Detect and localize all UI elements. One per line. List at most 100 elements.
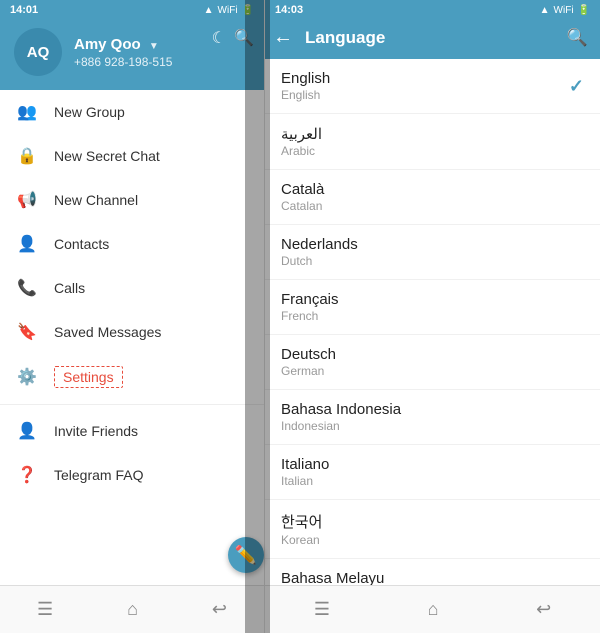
lang-item-english[interactable]: English English ✓ (265, 59, 600, 114)
right-panel: 14:03 ▲ WiFi 🔋 ← Language 🔍 English Engl… (265, 0, 600, 633)
lang-name-arabic: العربية (281, 125, 322, 143)
right-header-bar: ← Language 🔍 (265, 18, 600, 59)
left-panel: 14:01 ▲ WiFi 🔋 AQ Amy Qoo ▼ +886 928-198… (0, 0, 265, 633)
lang-name-malay: Bahasa Melayu (281, 570, 384, 585)
left-nav-back-icon[interactable]: ↩ (212, 599, 227, 620)
profile-section[interactable]: AQ Amy Qoo ▼ +886 928-198-515 ☾ 🔍 (0, 18, 264, 90)
lang-name-catalan: Català (281, 181, 324, 198)
lang-item-korean[interactable]: 한국어 Korean (265, 500, 600, 559)
lang-name-italian: Italiano (281, 456, 329, 473)
signal-icon: ▲ (204, 5, 214, 16)
avatar: AQ (14, 28, 62, 76)
lang-native-german: German (281, 364, 336, 378)
status-bar-right: 14:03 ▲ WiFi 🔋 (265, 0, 600, 18)
menu-label-new-group: New Group (54, 104, 125, 120)
wifi-icon: WiFi (218, 5, 238, 16)
right-battery-icon: 🔋 (578, 5, 590, 16)
lang-native-italian: Italian (281, 474, 329, 488)
lang-item-italian[interactable]: Italiano Italian (265, 445, 600, 500)
lang-name-english: English (281, 70, 330, 87)
right-search-icon[interactable]: 🔍 (567, 28, 588, 48)
menu-item-new-secret-chat[interactable]: 🔒 New Secret Chat (0, 134, 264, 178)
lang-item-malay[interactable]: Bahasa Melayu Malay (265, 559, 600, 585)
lang-name-indonesian: Bahasa Indonesia (281, 401, 401, 418)
right-signal-icon: ▲ (540, 5, 550, 16)
lang-name-dutch: Nederlands (281, 236, 358, 253)
dropdown-arrow-icon: ▼ (149, 41, 159, 52)
saved-messages-icon: 🔖 (16, 322, 38, 342)
lang-name-french: Français (281, 291, 339, 308)
lang-item-dutch[interactable]: Nederlands Dutch (265, 225, 600, 280)
status-icons-right: ▲ WiFi 🔋 (540, 5, 590, 16)
lang-text-french: Français French (281, 291, 339, 323)
lang-native-korean: Korean (281, 533, 322, 547)
lang-item-german[interactable]: Deutsch German (265, 335, 600, 390)
right-nav-back-icon[interactable]: ↩ (536, 599, 551, 620)
menu-item-calls[interactable]: 📞 Calls (0, 266, 264, 310)
lang-native-catalan: Catalan (281, 199, 324, 213)
lang-item-catalan[interactable]: Català Catalan (265, 170, 600, 225)
menu-label-settings: Settings (54, 366, 123, 388)
panel-overlay (245, 0, 270, 633)
lang-text-dutch: Nederlands Dutch (281, 236, 358, 268)
menu-item-saved-messages[interactable]: 🔖 Saved Messages (0, 310, 264, 354)
contacts-icon: 👤 (16, 234, 38, 254)
lang-native-dutch: Dutch (281, 254, 358, 268)
invite-friends-icon: 👤 (16, 421, 38, 441)
menu-item-settings[interactable]: ⚙️ Settings (0, 354, 264, 400)
menu-divider (0, 404, 264, 405)
new-group-icon: 👥 (16, 102, 38, 122)
menu-label-calls: Calls (54, 280, 85, 296)
telegram-faq-icon: ❓ (16, 465, 38, 485)
lang-native-english: English (281, 88, 330, 102)
calls-icon: 📞 (16, 278, 38, 298)
lang-native-indonesian: Indonesian (281, 419, 401, 433)
right-wifi-icon: WiFi (554, 5, 574, 16)
lang-item-arabic[interactable]: العربية Arabic (265, 114, 600, 170)
moon-icon: ☾ (212, 28, 226, 48)
lang-text-italian: Italiano Italian (281, 456, 329, 488)
lang-item-indonesian[interactable]: Bahasa Indonesia Indonesian (265, 390, 600, 445)
menu-item-contacts[interactable]: 👤 Contacts (0, 222, 264, 266)
new-channel-icon: 📢 (16, 190, 38, 210)
status-bar-left: 14:01 ▲ WiFi 🔋 (0, 0, 264, 18)
status-time-right: 14:03 (275, 4, 303, 16)
menu-item-new-group[interactable]: 👥 New Group (0, 90, 264, 134)
left-header: 14:01 ▲ WiFi 🔋 AQ Amy Qoo ▼ +886 928-198… (0, 0, 264, 90)
lang-name-german: Deutsch (281, 346, 336, 363)
lang-name-korean: 한국어 (281, 511, 322, 532)
settings-icon: ⚙️ (16, 367, 38, 387)
new-secret-chat-icon: 🔒 (16, 146, 38, 166)
menu-label-new-secret-chat: New Secret Chat (54, 148, 160, 164)
menu-item-new-channel[interactable]: 📢 New Channel (0, 178, 264, 222)
menu-label-invite-friends: Invite Friends (54, 423, 138, 439)
status-time-left: 14:01 (10, 4, 38, 16)
menu-item-telegram-faq[interactable]: ❓ Telegram FAQ (0, 453, 264, 497)
lang-text-english: English English (281, 70, 330, 102)
lang-text-malay: Bahasa Melayu Malay (281, 570, 384, 585)
left-nav-home-icon[interactable]: ⌂ (127, 599, 138, 620)
lang-text-indonesian: Bahasa Indonesia Indonesian (281, 401, 401, 433)
menu-list: 👥 New Group 🔒 New Secret Chat 📢 New Chan… (0, 90, 264, 585)
language-list: English English ✓ العربية Arabic Català … (265, 59, 600, 585)
lang-item-french[interactable]: Français French (265, 280, 600, 335)
right-nav-menu-icon[interactable]: ☰ (314, 599, 330, 620)
back-button[interactable]: ← (273, 26, 293, 49)
menu-label-contacts: Contacts (54, 236, 109, 252)
right-header: 14:03 ▲ WiFi 🔋 ← Language 🔍 (265, 0, 600, 59)
profile-phone: +886 928-198-515 (74, 55, 250, 69)
language-title: Language (305, 28, 555, 48)
left-bottom-nav: ☰ ⌂ ↩ (0, 585, 264, 633)
lang-native-arabic: Arabic (281, 144, 322, 158)
left-nav-menu-icon[interactable]: ☰ (37, 599, 53, 620)
menu-label-new-channel: New Channel (54, 192, 138, 208)
lang-text-german: Deutsch German (281, 346, 336, 378)
lang-native-french: French (281, 309, 339, 323)
lang-text-korean: 한국어 Korean (281, 511, 322, 547)
lang-check-english: ✓ (569, 76, 584, 97)
right-nav-home-icon[interactable]: ⌂ (428, 599, 439, 620)
lang-text-arabic: العربية Arabic (281, 125, 322, 158)
lang-text-catalan: Català Catalan (281, 181, 324, 213)
menu-item-invite-friends[interactable]: 👤 Invite Friends (0, 409, 264, 453)
right-bottom-nav: ☰ ⌂ ↩ (265, 585, 600, 633)
